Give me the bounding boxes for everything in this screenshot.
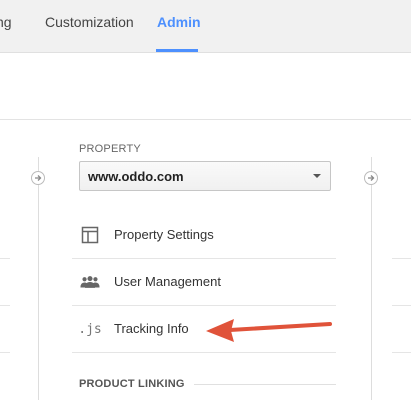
tab-customization[interactable]: Customization <box>45 14 134 30</box>
property-heading: PROPERTY <box>79 143 141 155</box>
header-strip <box>0 53 411 120</box>
row-divider <box>392 305 411 306</box>
row-divider <box>0 305 10 306</box>
arrow-right-icon[interactable] <box>364 171 378 185</box>
active-tab-indicator <box>156 49 198 52</box>
annotation-arrow-icon <box>206 319 332 342</box>
menu-item-label: Tracking Info <box>114 321 189 336</box>
property-select[interactable]: www.oddo.com <box>79 161 331 191</box>
product-linking-heading: PRODUCT LINKING <box>79 378 185 390</box>
top-navigation: ng Customization Admin <box>0 0 411 53</box>
section-divider <box>194 384 336 385</box>
property-settings-icon <box>80 226 100 244</box>
view-column-divider <box>371 157 372 400</box>
arrow-right-icon[interactable] <box>31 171 45 185</box>
row-divider <box>0 258 10 259</box>
menu-item-label: User Management <box>114 274 221 289</box>
property-select-value: www.oddo.com <box>88 169 184 184</box>
menu-item-property-settings[interactable]: Property Settings <box>72 212 336 259</box>
js-icon: .js <box>78 321 102 337</box>
chevron-down-icon <box>313 174 321 178</box>
row-divider <box>392 258 411 259</box>
menu-item-user-management[interactable]: User Management <box>72 259 336 306</box>
row-divider <box>392 352 411 353</box>
users-icon <box>80 273 100 291</box>
tab-reporting[interactable]: ng <box>0 14 12 30</box>
account-column-divider <box>38 157 39 400</box>
tab-admin[interactable]: Admin <box>157 14 201 30</box>
row-divider <box>0 352 10 353</box>
menu-item-label: Property Settings <box>114 227 214 242</box>
